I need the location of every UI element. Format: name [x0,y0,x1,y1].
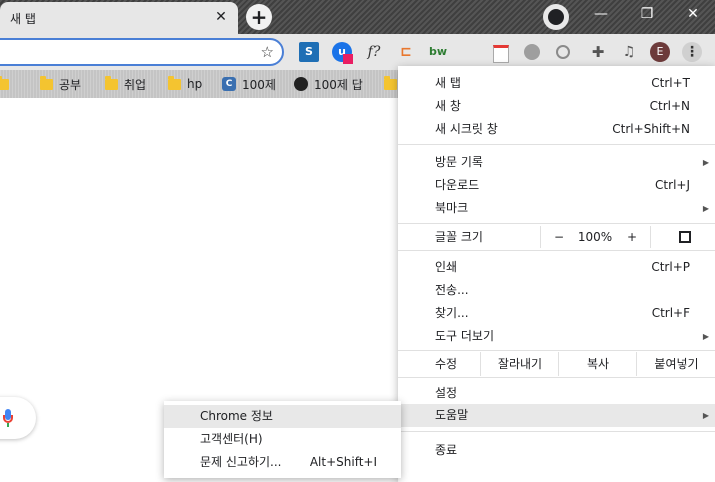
menu-separator [398,223,715,224]
menu-item-new-window[interactable]: 새 창 Ctrl+N [398,95,715,118]
bookmark-label: 100제 [242,77,276,92]
tab-new-tab[interactable]: 새 탭 ✕ [0,2,238,34]
menu-item-cast[interactable]: 전송... [398,279,715,302]
menu-item-incognito[interactable]: 새 시크릿 창 Ctrl+Shift+N [398,118,715,141]
submenu-item-report-issue[interactable]: 문제 신고하기... Alt+Shift+I [164,451,401,474]
menu-separator [398,431,715,432]
bookmark-folder-job[interactable]: 취업 [105,75,147,92]
menu-item-bookmarks[interactable]: 북마크 ▶ [398,197,715,220]
submenu-item-about-chrome[interactable]: Chrome 정보 [164,405,401,428]
menu-item-exit[interactable]: 종료 [398,439,715,462]
edit-label: 수정 [435,357,458,371]
menu-separator [398,144,715,145]
bookmark-100-answer[interactable]: 100제 답 [294,76,363,92]
menu-edit-row: 수정 잘라내기 복사 붙여넣기 [398,352,715,376]
extension-calendar-icon[interactable] [493,45,509,63]
bookmark-label: 취업 [124,77,147,92]
tab-search-icon[interactable] [543,4,569,30]
menu-separator [398,377,715,378]
voice-search-button[interactable] [0,397,36,439]
folder-icon [384,75,397,90]
new-tab-button[interactable]: + [246,4,272,30]
paste-button[interactable]: 붙여넣기 [636,352,715,376]
menu-item-history[interactable]: 방문 기록 ▶ [398,151,715,174]
extension-s-icon[interactable]: S [299,42,319,62]
help-submenu: Chrome 정보 고객센터(H) 문제 신고하기... Alt+Shift+I [164,401,401,478]
submenu-item-help-center[interactable]: 고객센터(H) [164,428,401,451]
menu-item-find[interactable]: 찾기... Ctrl+F [398,302,715,325]
folder-icon [0,75,9,90]
zoom-value: 100% [577,230,613,244]
profile-avatar[interactable]: E [650,42,670,62]
menu-item-print[interactable]: 인쇄 Ctrl+P [398,256,715,279]
fullscreen-button[interactable] [650,226,715,248]
close-tab-icon[interactable]: ✕ [212,8,230,26]
bookmark-folder[interactable] [0,75,15,92]
extension-user-icon[interactable] [524,44,540,60]
zoom-label: 글꼴 크기 [435,230,483,244]
zoom-in-button[interactable]: + [614,226,650,248]
cut-button[interactable]: 잘라내기 [480,352,559,376]
submenu-arrow-icon: ▶ [702,204,709,213]
chrome-menu: 새 탭 Ctrl+T 새 창 Ctrl+N 새 시크릿 창 Ctrl+Shift… [398,66,715,482]
extension-grammar-icon[interactable] [556,45,570,59]
bookmark-folder-overflow[interactable] [384,75,397,92]
extensions-puzzle-icon[interactable]: ✚ [588,42,608,62]
menu-item-more-tools[interactable]: 도구 더보기 ▶ [398,325,715,348]
bookmark-100[interactable]: C 100제 [222,76,276,92]
folder-icon [168,75,181,90]
bookmark-label: hp [187,77,203,91]
title-bar: 새 탭 ✕ + — ❐ ✕ [0,0,715,34]
submenu-arrow-icon: ▶ [702,158,709,167]
menu-item-help[interactable]: 도움말 ▶ [398,404,715,427]
submenu-arrow-icon: ▶ [702,332,709,341]
chrome-menu-button[interactable]: ⋮ [682,42,702,62]
minimize-button[interactable]: — [578,0,624,30]
extension-bw-icon[interactable]: bw [428,42,448,62]
tab-title: 새 탭 [10,12,36,26]
github-icon [294,77,308,91]
restore-button[interactable]: ❐ [624,0,670,30]
menu-item-new-tab[interactable]: 새 탭 Ctrl+T [398,72,715,95]
menu-separator [398,350,715,351]
fullscreen-icon [679,231,691,243]
menu-separator [398,250,715,251]
bookmark-star-icon[interactable]: ☆ [261,43,274,61]
media-control-icon[interactable]: ♫ [619,42,639,62]
menu-item-downloads[interactable]: 다운로드 Ctrl+J [398,174,715,197]
toolbar: ☆ S u f? ⊏ bw ✚ ♫ E ⋮ [0,34,715,70]
extension-badge-icon [343,54,353,64]
bookmark-folder-study[interactable]: 공부 [40,75,82,92]
copy-button[interactable]: 복사 [558,352,637,376]
submenu-arrow-icon: ▶ [702,411,709,420]
menu-zoom-row: 글꼴 크기 − 100% + [398,226,715,248]
folder-icon [105,75,118,90]
extension-pin-icon[interactable]: ⊏ [396,42,416,62]
menu-item-settings[interactable]: 설정 [398,382,715,405]
address-bar[interactable]: ☆ [0,38,284,66]
bookmark-label: 100제 답 [314,77,363,92]
extension-f-icon[interactable]: f? [364,42,384,62]
c-badge-icon: C [222,77,236,91]
zoom-out-button[interactable]: − [540,226,577,248]
close-window-button[interactable]: ✕ [670,0,715,30]
bookmark-label: 공부 [59,77,82,92]
bookmark-folder-hp[interactable]: hp [168,75,203,92]
folder-icon [40,75,53,90]
